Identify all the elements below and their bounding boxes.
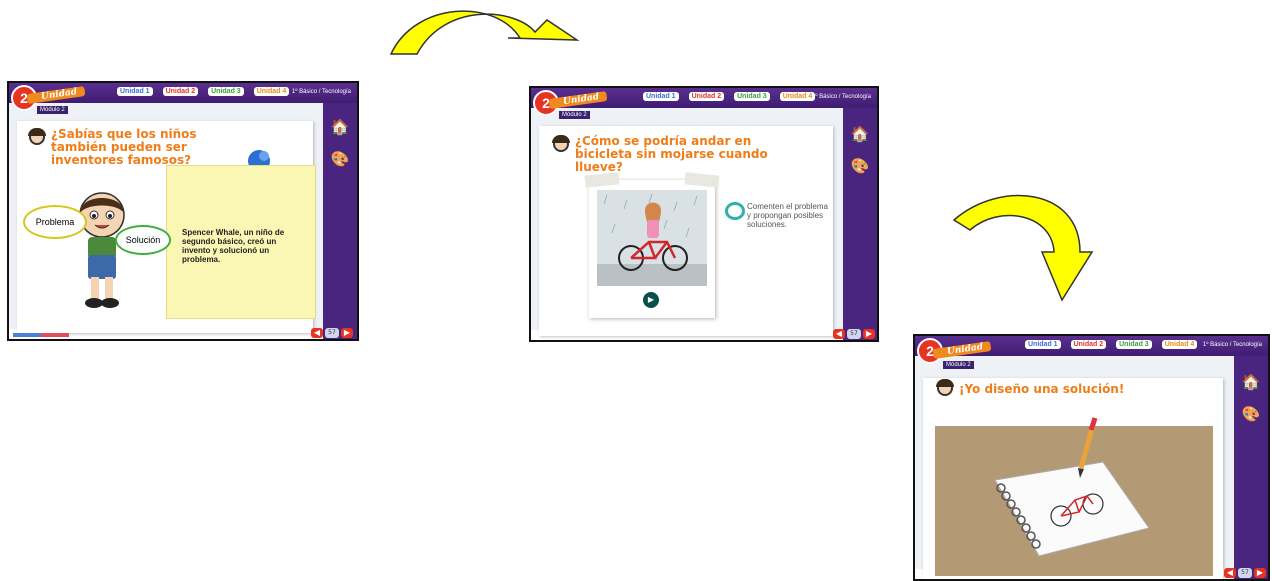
home-icon[interactable]: 🏠 bbox=[330, 117, 350, 137]
progress-bar bbox=[13, 333, 69, 337]
page-navigation: ◀ 57 ▶ bbox=[833, 329, 875, 339]
photo-card: ▶ bbox=[584, 172, 720, 318]
home-icon[interactable]: 🏠 bbox=[1241, 372, 1261, 392]
next-page-button[interactable]: ▶ bbox=[341, 328, 353, 338]
note-text: Spencer Whale, un niño de segundo básico… bbox=[182, 228, 285, 264]
module-label: Módulo 2 bbox=[559, 111, 590, 119]
solution-bubble-label: Solución bbox=[125, 235, 161, 245]
character-face-icon bbox=[936, 379, 954, 396]
tab-unidad-4[interactable]: Unidad 4 bbox=[253, 87, 290, 96]
tab-unidad-2[interactable]: Unidad 2 bbox=[688, 92, 725, 101]
prev-page-button[interactable]: ◀ bbox=[1224, 568, 1236, 578]
character-face-icon bbox=[552, 135, 570, 152]
rain-bicycle-image bbox=[597, 190, 707, 286]
right-toolbar: 🏠 🎨 bbox=[1234, 356, 1268, 579]
unit-tabs: Unidad 1 Unidad 2 Unidad 3 Unidad 4 bbox=[643, 92, 816, 101]
unit-tabs: Unidad 1 Unidad 2 Unidad 3 Unidad 4 bbox=[117, 87, 290, 96]
right-toolbar: 🏠 🎨 bbox=[843, 108, 877, 340]
curved-arrow-down-icon bbox=[952, 194, 1094, 302]
tab-unidad-3[interactable]: Unidad 3 bbox=[734, 92, 770, 101]
grade-label: 1º Básico / Tecnología bbox=[811, 94, 871, 100]
tape-left bbox=[584, 172, 620, 188]
home-icon[interactable]: 🏠 bbox=[850, 124, 870, 144]
grade-label: 1º Básico / Tecnología bbox=[1202, 342, 1262, 348]
character-face-icon bbox=[28, 128, 46, 145]
solution-bubble: Solución bbox=[115, 225, 171, 255]
prev-page-button[interactable]: ◀ bbox=[311, 328, 323, 338]
prev-page-button[interactable]: ◀ bbox=[833, 329, 845, 339]
tab-unidad-3[interactable]: Unidad 3 bbox=[208, 87, 244, 96]
tab-unidad-1[interactable]: Unidad 1 bbox=[643, 92, 679, 101]
right-toolbar: 🏠 🎨 bbox=[323, 103, 357, 339]
page-number: 57 bbox=[847, 329, 861, 339]
module-label: Módulo 2 bbox=[37, 106, 68, 114]
tab-unidad-1[interactable]: Unidad 1 bbox=[1025, 340, 1061, 349]
question-title: ¿Cómo se podría andar en bicicleta sin m… bbox=[575, 134, 768, 174]
module-label: Módulo 2 bbox=[943, 361, 974, 369]
curved-arrow-right-icon bbox=[389, 10, 580, 55]
page-number: 57 bbox=[325, 328, 339, 338]
tab-unidad-2[interactable]: Unidad 2 bbox=[162, 87, 199, 96]
next-page-button[interactable]: ▶ bbox=[1254, 568, 1266, 578]
tab-unidad-3[interactable]: Unidad 3 bbox=[1116, 340, 1152, 349]
unit-tabs: Unidad 1 Unidad 2 Unidad 3 Unidad 4 bbox=[1025, 340, 1198, 349]
question-title: ¿Sabías que los niños también pueden ser… bbox=[51, 127, 197, 167]
next-page-button[interactable]: ▶ bbox=[863, 329, 875, 339]
slide-bicicleta: Unidad 1 Unidad 2 Unidad 3 Unidad 4 1º B… bbox=[529, 86, 879, 342]
play-button[interactable]: ▶ bbox=[643, 292, 659, 308]
problem-bubble-label: Problema bbox=[35, 217, 75, 227]
problem-bubble: Problema bbox=[23, 205, 87, 239]
page-navigation: ◀ 57 ▶ bbox=[1224, 568, 1266, 578]
tab-unidad-2[interactable]: Unidad 2 bbox=[1070, 340, 1107, 349]
sketch-bicycle-image bbox=[935, 417, 1213, 576]
grade-label: 1º Básico / Tecnología bbox=[291, 89, 351, 95]
speech-icon bbox=[725, 202, 745, 220]
palette-icon[interactable]: 🎨 bbox=[1241, 404, 1261, 424]
page-navigation: ◀ 57 ▶ bbox=[311, 328, 353, 338]
tab-unidad-1[interactable]: Unidad 1 bbox=[117, 87, 153, 96]
tape-right bbox=[684, 172, 720, 188]
tab-unidad-4[interactable]: Unidad 4 bbox=[779, 92, 816, 101]
slide-inventores: Unidad 1 Unidad 2 Unidad 3 Unidad 4 1º B… bbox=[7, 81, 359, 341]
discussion-prompt: Comenten el problema y propongan posible… bbox=[747, 202, 828, 229]
tab-unidad-4[interactable]: Unidad 4 bbox=[1161, 340, 1198, 349]
slide-diseno: Unidad 1 Unidad 2 Unidad 3 Unidad 4 1º B… bbox=[913, 334, 1270, 581]
palette-icon[interactable]: 🎨 bbox=[330, 149, 350, 169]
page-number: 57 bbox=[1238, 568, 1252, 578]
palette-icon[interactable]: 🎨 bbox=[850, 156, 870, 176]
question-title: ¡Yo diseño una solución! bbox=[959, 382, 1125, 396]
